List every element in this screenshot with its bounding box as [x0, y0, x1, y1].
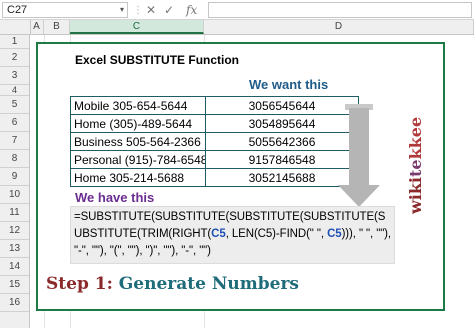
column-header-d[interactable]: D [204, 20, 474, 34]
row-header[interactable]: 4 [0, 85, 29, 96]
output-cell[interactable]: 9157846548 [205, 150, 359, 169]
row-header[interactable]: 1 [0, 35, 29, 49]
step-text: Generate Numbers [118, 274, 299, 294]
table-row: Home (305)-489-5644 3054895644 [70, 114, 359, 133]
output-cell[interactable]: 3054895644 [205, 114, 359, 133]
input-cell[interactable]: Personal (915)-784-6548 [70, 150, 206, 169]
row-header[interactable]: 6 [0, 114, 29, 132]
sheet-title: Excel SUBSTITUTE Function [75, 53, 240, 67]
column-header-c[interactable]: C [70, 20, 204, 34]
enter-icon[interactable]: ✓ [164, 3, 174, 17]
formula-text-box: =SUBSTITUTE(SUBSTITUTE(SUBSTITUTE(SUBSTI… [70, 206, 395, 264]
row-header[interactable]: 2 [0, 49, 29, 67]
arrow-down-icon [349, 108, 369, 186]
want-label: We want this [249, 77, 329, 92]
output-cell[interactable]: 5055642366 [205, 132, 359, 151]
formula-part: , LEN(C5)-FIND(" ", [225, 228, 328, 240]
table-row: Business 505-564-2366 5055642366 [70, 132, 359, 151]
column-header-b[interactable]: B [44, 20, 70, 34]
table-row: Home 305-214-5688 3052145688 [70, 168, 359, 187]
row-header[interactable]: 5 [0, 96, 29, 114]
brand-logo: wikitekkee [405, 100, 427, 230]
arrow-head [338, 185, 380, 207]
formula-input[interactable] [208, 2, 472, 18]
row-header[interactable]: 10 [0, 186, 29, 204]
output-cell[interactable]: 3052145688 [205, 168, 359, 187]
brand-part: wiki [406, 176, 425, 214]
column-header-a[interactable]: A [30, 20, 44, 34]
input-cell[interactable]: Home (305)-489-5644 [70, 114, 206, 133]
output-cell[interactable]: 3056545644 [205, 96, 359, 115]
row-header[interactable]: 7 [0, 132, 29, 150]
brand-part: kkee [406, 116, 425, 159]
name-box-value: C27 [7, 4, 28, 16]
column-header-bar: A B C D [0, 20, 474, 35]
row-header[interactable]: 9 [0, 168, 29, 186]
chevron-down-icon[interactable]: ▾ [120, 3, 124, 17]
row-header[interactable]: 14 [0, 258, 29, 276]
row-header[interactable]: 12 [0, 222, 29, 240]
row-header[interactable]: 16 [0, 294, 29, 312]
formula-bar: C27 ▾ ⋮ ✕ ✓ fx [0, 0, 474, 20]
row-header-bar: 1 2 3 4 5 6 7 8 9 10 11 12 13 14 15 16 [0, 35, 30, 328]
cancel-icon[interactable]: ✕ [146, 3, 156, 17]
row-header[interactable]: 8 [0, 150, 29, 168]
name-box[interactable]: C27 ▾ [2, 2, 128, 18]
row-header[interactable]: 3 [0, 67, 29, 85]
row-header[interactable]: 15 [0, 276, 29, 294]
input-cell[interactable]: Home 305-214-5688 [70, 168, 206, 187]
data-table: Mobile 305-654-5644 3056545644 Home (305… [70, 96, 359, 187]
row-header[interactable]: 13 [0, 240, 29, 258]
cell-reference: C5 [211, 228, 226, 240]
input-cell[interactable]: Business 505-564-2366 [70, 132, 206, 151]
input-cell[interactable]: Mobile 305-654-5644 [70, 96, 206, 115]
fx-icon[interactable]: fx [186, 3, 197, 17]
have-label: We have this [75, 190, 155, 205]
table-row: Personal (915)-784-6548 9157846548 [70, 150, 359, 169]
step-number: Step 1: [46, 274, 113, 294]
row-header[interactable]: 11 [0, 204, 29, 222]
select-all-corner[interactable] [0, 20, 31, 34]
separator-icon: ⋮ [133, 5, 143, 16]
step-heading: Step 1: Generate Numbers [46, 274, 299, 294]
table-row: Mobile 305-654-5644 3056545644 [70, 96, 359, 115]
brand-part: te [406, 158, 425, 177]
cell-reference: C5 [327, 228, 342, 240]
